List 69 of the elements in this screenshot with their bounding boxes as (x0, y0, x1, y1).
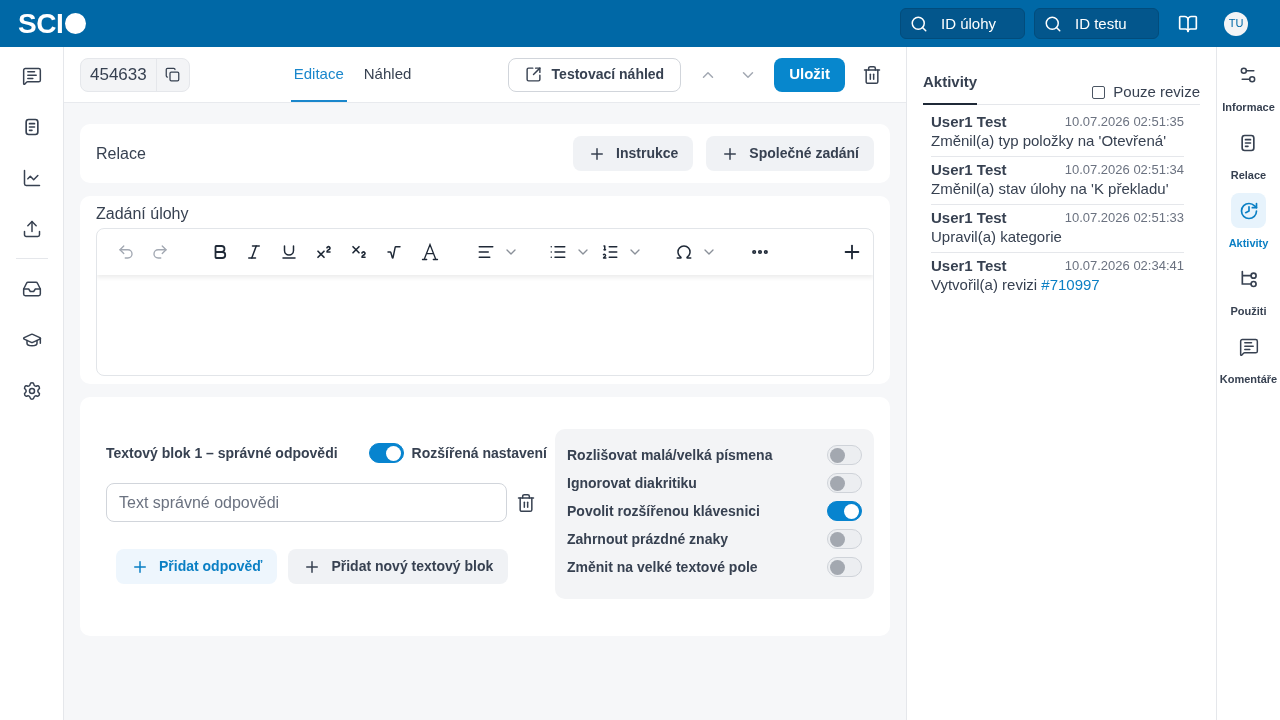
answer-input[interactable]: Text správné odpovědi (106, 483, 507, 522)
activity-time: 10.07.2026 02:34:41 (1064, 257, 1184, 276)
user-avatar[interactable]: TU (1224, 11, 1248, 36)
settings-icon[interactable] (21, 380, 42, 401)
save-button[interactable]: Uložit (774, 57, 845, 92)
comment-icon (1238, 336, 1259, 357)
logo-circle-icon (65, 13, 87, 34)
rail-tab[interactable]: Použiti (1230, 261, 1267, 318)
tab[interactable]: Aktivity (923, 47, 978, 105)
option-label: Povolit rozšířenou klávesnici (567, 501, 760, 521)
activity-text: Upravil(a) kategorie (931, 227, 1063, 246)
revision-link[interactable]: #710997 (1041, 276, 1100, 293)
activity-text: Změnil(a) typ položky na 'Otevřená' (931, 131, 1167, 150)
line-chart-icon[interactable] (21, 167, 42, 188)
upload-icon[interactable] (21, 218, 42, 239)
bullet-list-icon[interactable] (549, 243, 567, 261)
align-left-icon[interactable] (477, 243, 495, 261)
subscript-icon[interactable] (349, 243, 368, 261)
activity-time: 10.07.2026 02:51:35 (1064, 113, 1184, 132)
checkbox-label: Pouze revize (1113, 81, 1200, 102)
card-title: Relace (96, 143, 146, 164)
font-icon[interactable] (419, 242, 440, 262)
activity-user: User1 Test (931, 207, 1007, 228)
search-icon (1044, 15, 1062, 33)
book-icon[interactable] (1178, 13, 1198, 34)
underline-icon[interactable] (279, 243, 298, 261)
option-label: Rozlišovat malá/velká písmena (567, 445, 773, 465)
search-icon (910, 15, 928, 33)
add-relation-button[interactable]: Instrukce (573, 136, 694, 171)
clock-arrow-icon (1238, 200, 1259, 221)
italic-icon[interactable] (245, 243, 263, 261)
copy-icon[interactable] (165, 67, 181, 82)
activity-user: User1 Test (931, 159, 1007, 180)
tab[interactable]: Náhled (360, 47, 415, 102)
search-field[interactable]: ID testu (1034, 8, 1159, 39)
toggle-switch[interactable] (368, 443, 404, 463)
superscript-icon[interactable] (314, 243, 333, 261)
rail-tab[interactable]: Relace (1230, 125, 1267, 182)
logo-text: SCI (18, 9, 64, 38)
rail-tab[interactable]: Komentáře (1219, 329, 1278, 386)
external-link-icon (524, 66, 542, 83)
rail-tab[interactable]: Informace (1222, 57, 1275, 114)
activity-text: Změnil(a) stav úlohy na 'K překladu' (931, 179, 1170, 198)
add-relation-button[interactable]: Společné zadání (706, 136, 874, 171)
option-label: Ignorovat diakritiku (567, 473, 697, 493)
add-block-button[interactable]: Přidat nový textový blok (288, 549, 509, 584)
numbered-list-icon[interactable] (601, 243, 619, 261)
toggle-switch[interactable] (827, 501, 862, 521)
omega-icon[interactable] (675, 243, 693, 261)
square-root-icon[interactable] (386, 244, 402, 260)
activity-time: 10.07.2026 02:51:34 (1064, 161, 1184, 180)
activity-user: User1 Test (931, 111, 1007, 132)
card-title: Zadání úlohy (96, 204, 190, 224)
trash-icon[interactable] (862, 64, 882, 85)
toggle-label: Rozšířená nastavení (411, 443, 547, 463)
block-label: Textový blok 1 – správné odpovědi (106, 443, 338, 463)
search-field[interactable]: ID úlohy (900, 8, 1025, 39)
tab[interactable]: Editace (290, 47, 347, 102)
checkbox[interactable] (1092, 85, 1106, 99)
activity-time: 10.07.2026 02:51:33 (1064, 209, 1184, 228)
option-label: Změnit na velké textové pole (567, 557, 758, 577)
preview-button[interactable]: Testovací náhled (507, 57, 682, 92)
chat-icon[interactable] (21, 65, 42, 86)
add-answer-button[interactable]: Přidat odpověď (116, 549, 278, 584)
activity-text: Vytvořil(a) revizi #710997 (931, 275, 1101, 294)
item-id: 454633 (89, 63, 148, 86)
activity-user: User1 Test (931, 255, 1007, 276)
trash-icon[interactable] (516, 492, 536, 513)
option-label: Zahrnout prázdné znaky (567, 529, 729, 549)
